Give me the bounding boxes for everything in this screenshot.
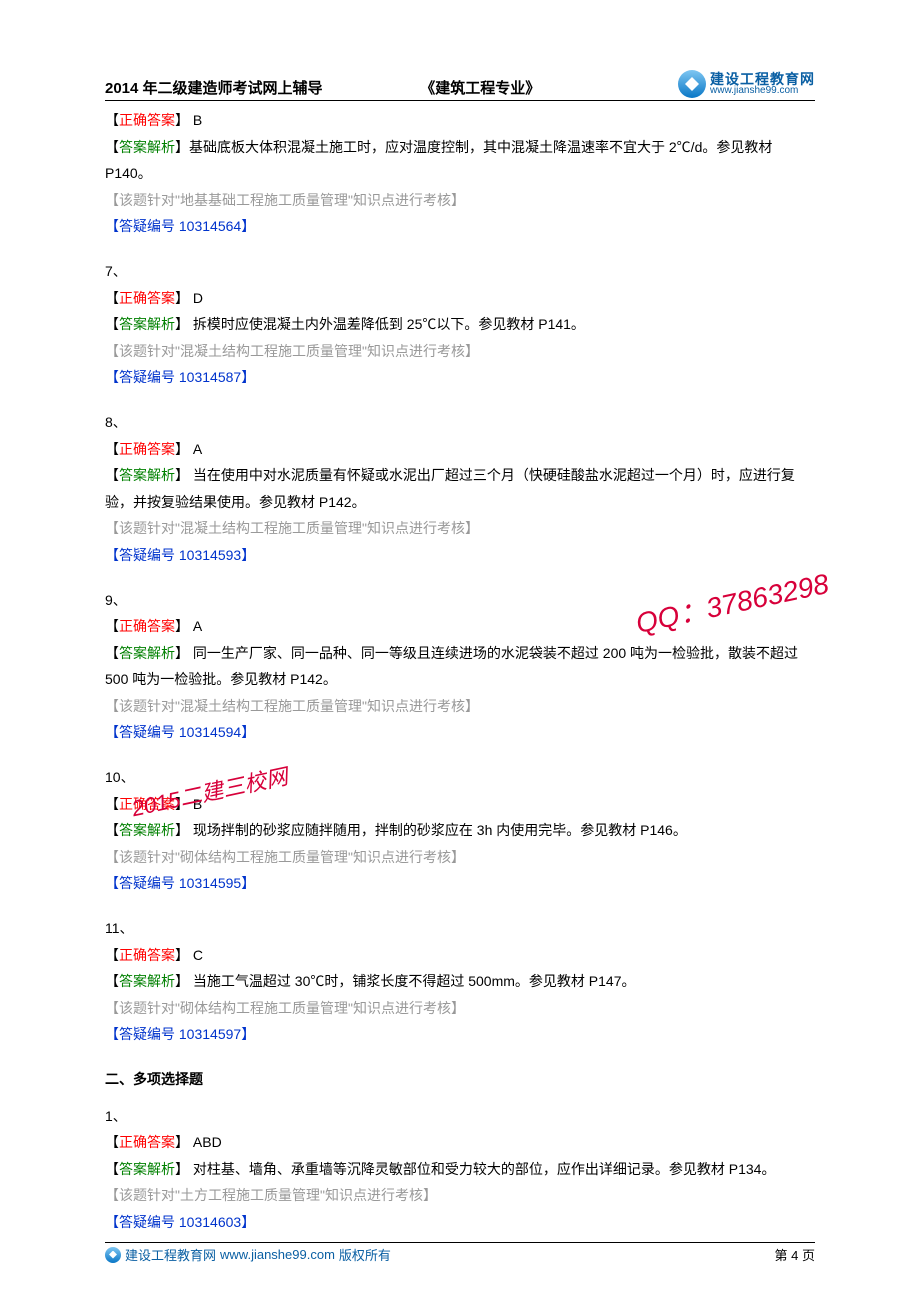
topic-line: 【该题针对"混凝土结构工程施工质量管理"知识点进行考核】 [105,693,815,720]
question-number: 7、 [105,258,815,285]
logo-text-cn: 建设工程教育网 [710,72,815,86]
header-title-center: 《建筑工程专业》 [420,77,540,98]
topic-line: 【该题针对"砌体结构工程施工质量管理"知识点进行考核】 [105,844,815,871]
site-logo: 建设工程教育网 www.jianshe99.com [678,70,815,98]
topic-line: 【该题针对"土方工程施工质量管理"知识点进行考核】 [105,1182,815,1209]
correct-answer-label: 正确答案 [119,947,175,963]
analysis-text: 同一生产厂家、同一品种、同一等级且连续进场的水泥袋装不超过 200 吨为一检验批… [105,645,798,688]
document-page: 2014 年二级建造师考试网上辅导 《建筑工程专业》 建设工程教育网 www.j… [0,0,920,1302]
analysis-text: 拆模时应使混凝土内外温差降低到 25℃以下。参见教材 P141。 [189,316,585,332]
correct-answer-label: 正确答案 [119,112,175,128]
answer-block: 11、 【正确答案】 C 【答案解析】 当施工气温超过 30℃时，铺浆长度不得超… [105,915,815,1048]
logo-icon [678,70,706,98]
footer-copyright: 版权所有 [339,1245,391,1264]
question-number: 8、 [105,409,815,436]
analysis-text: 基础底板大体积混凝土施工时，应对温度控制，其中混凝土降温速率不宜大于 2℃/d。… [105,139,772,182]
page-header: 2014 年二级建造师考试网上辅导 《建筑工程专业》 建设工程教育网 www.j… [105,70,815,101]
answer-block: 9、 【正确答案】 A 【答案解析】 同一生产厂家、同一品种、同一等级且连续进场… [105,587,815,747]
doubt-id: 【答疑编号 10314603】 [105,1209,815,1236]
doubt-id: 【答疑编号 10314594】 [105,719,815,746]
doubt-id: 【答疑编号 10314593】 [105,542,815,569]
question-number: 11、 [105,915,815,942]
answer-value: A [189,441,202,457]
topic-line: 【该题针对"砌体结构工程施工质量管理"知识点进行考核】 [105,995,815,1022]
topic-line: 【该题针对"混凝土结构工程施工质量管理"知识点进行考核】 [105,515,815,542]
analysis-text: 当施工气温超过 30℃时，铺浆长度不得超过 500mm。参见教材 P147。 [189,973,636,989]
footer-url: www.jianshe99.com [220,1247,335,1262]
logo-text-url: www.jianshe99.com [710,86,815,96]
section-title: 二、多项选择题 [105,1066,815,1093]
analysis-label: 答案解析 [119,973,175,989]
correct-answer-label: 正确答案 [119,441,175,457]
doubt-id: 【答疑编号 10314587】 [105,364,815,391]
question-number: 1、 [105,1103,815,1130]
answer-block: 【正确答案】 B 【答案解析】基础底板大体积混凝土施工时，应对温度控制，其中混凝… [105,107,815,240]
footer-site-name: 建设工程教育网 [125,1245,216,1264]
analysis-label: 答案解析 [119,139,175,155]
analysis-label: 答案解析 [119,316,175,332]
answer-block: 8、 【正确答案】 A 【答案解析】 当在使用中对水泥质量有怀疑或水泥出厂超过三… [105,409,815,569]
page-footer: 建设工程教育网 www.jianshe99.com 版权所有 第 4 页 [105,1242,815,1264]
answer-content: 【正确答案】 B 【答案解析】基础底板大体积混凝土施工时，应对温度控制，其中混凝… [105,107,815,1236]
answer-block: 1、 【正确答案】 ABD 【答案解析】 对柱基、墙角、承重墙等沉降灵敏部位和受… [105,1103,815,1236]
doubt-id: 【答疑编号 10314595】 [105,870,815,897]
topic-line: 【该题针对"地基基础工程施工质量管理"知识点进行考核】 [105,187,815,214]
answer-value: B [189,796,202,812]
analysis-label: 答案解析 [119,645,175,661]
question-number: 9、 [105,587,815,614]
answer-block: 10、 【正确答案】 B 【答案解析】 现场拌制的砂浆应随拌随用，拌制的砂浆应在… [105,764,815,897]
analysis-label: 答案解析 [119,1161,175,1177]
analysis-text: 现场拌制的砂浆应随拌随用，拌制的砂浆应在 3h 内使用完毕。参见教材 P146。 [189,822,687,838]
answer-value: A [189,618,202,634]
doubt-id: 【答疑编号 10314597】 [105,1021,815,1048]
analysis-label: 答案解析 [119,467,175,483]
correct-answer-label: 正确答案 [119,618,175,634]
answer-value: C [189,947,203,963]
page-number: 第 4 页 [775,1245,815,1264]
answer-value: D [189,290,203,306]
question-number: 10、 [105,764,815,791]
correct-answer-label: 正确答案 [119,290,175,306]
topic-line: 【该题针对"混凝土结构工程施工质量管理"知识点进行考核】 [105,338,815,365]
footer-logo-icon [105,1247,121,1263]
answer-value: ABD [189,1134,222,1150]
analysis-text: 当在使用中对水泥质量有怀疑或水泥出厂超过三个月（快硬硅酸盐水泥超过一个月）时，应… [105,467,795,510]
correct-answer-label: 正确答案 [119,1134,175,1150]
answer-block: 7、 【正确答案】 D 【答案解析】 拆模时应使混凝土内外温差降低到 25℃以下… [105,258,815,391]
analysis-label: 答案解析 [119,822,175,838]
analysis-text: 对柱基、墙角、承重墙等沉降灵敏部位和受力较大的部位，应作出详细记录。参见教材 P… [189,1161,775,1177]
answer-value: B [189,112,202,128]
correct-answer-label: 正确答案 [119,796,175,812]
doubt-id: 【答疑编号 10314564】 [105,213,815,240]
header-title-left: 2014 年二级建造师考试网上辅导 [105,77,323,98]
